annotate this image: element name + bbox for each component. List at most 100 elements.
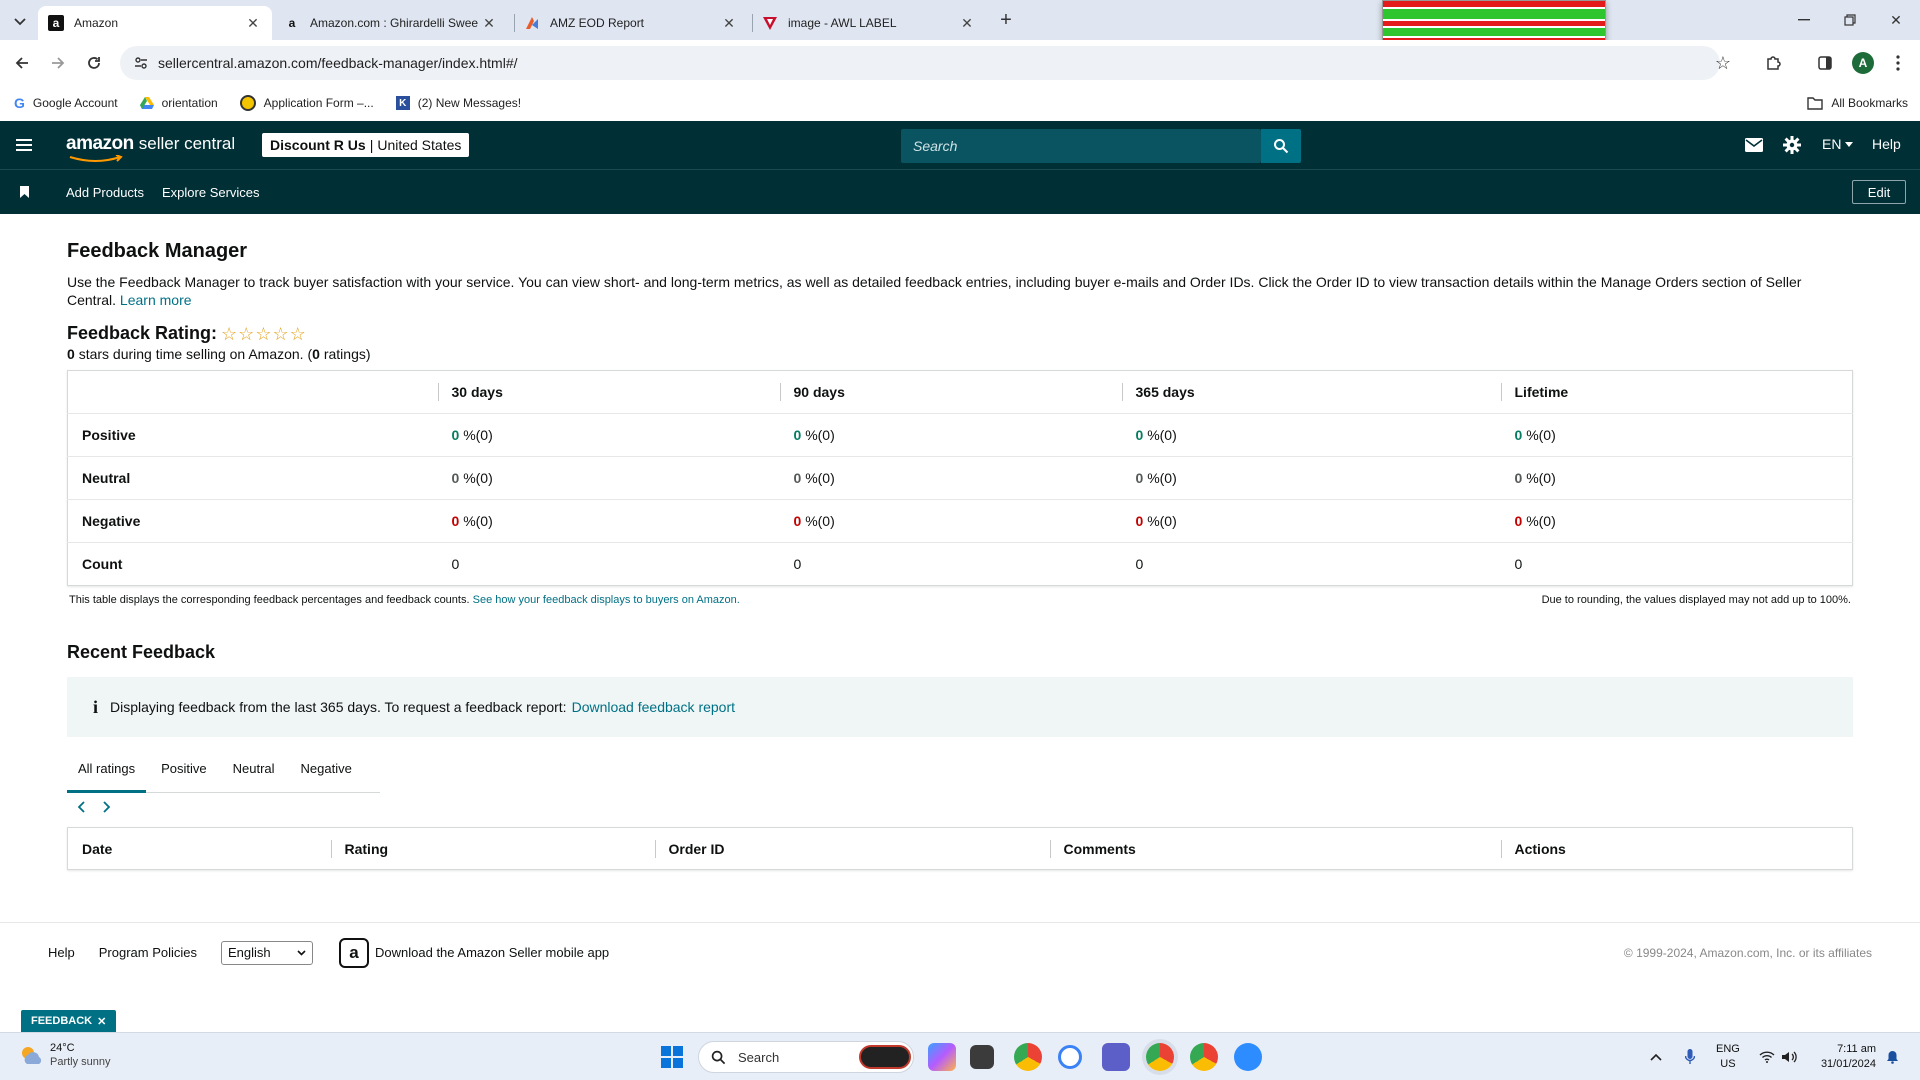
close-tab-icon[interactable]: ✕: [244, 14, 262, 32]
star-empty-icon: ☆: [289, 323, 306, 344]
bookmark-application-form[interactable]: Application Form –...: [239, 95, 374, 111]
app-shield-icon[interactable]: [1058, 1045, 1082, 1069]
close-window-icon[interactable]: ✕: [1886, 12, 1906, 28]
site-info-icon[interactable]: [134, 56, 148, 70]
bookmark-orientation[interactable]: orientation: [139, 96, 218, 110]
col-comments[interactable]: Comments: [1049, 828, 1501, 870]
feedback-widget-button[interactable]: FEEDBACK ✕: [21, 1010, 117, 1032]
metrics-table-note: This table displays the corresponding fe…: [67, 594, 1853, 606]
notification-bell-icon[interactable]: [1884, 1049, 1900, 1065]
chrome-profile-a-icon[interactable]: [1146, 1043, 1174, 1071]
all-bookmarks[interactable]: All Bookmarks: [1807, 96, 1908, 110]
copilot-icon[interactable]: [928, 1043, 956, 1071]
nav-add-products[interactable]: Add Products: [66, 185, 144, 200]
browser-tab-amazon[interactable]: a Amazon ✕: [38, 6, 272, 40]
volume-icon[interactable]: [1780, 1049, 1798, 1065]
close-tab-icon[interactable]: ✕: [720, 14, 738, 32]
address-bar[interactable]: sellercentral.amazon.com/feedback-manage…: [120, 46, 1720, 80]
bookmark-star-icon[interactable]: ☆: [1712, 52, 1734, 74]
col-date[interactable]: Date: [68, 828, 331, 870]
browser-menu-kebab-icon[interactable]: [1888, 52, 1908, 74]
metric-suffix: %(0): [1526, 470, 1556, 486]
seller-central-logo[interactable]: amazon seller central: [66, 133, 236, 162]
restore-window-icon[interactable]: [1840, 12, 1860, 28]
language-selector[interactable]: EN: [1822, 136, 1854, 152]
minimize-window-icon[interactable]: [1794, 12, 1814, 28]
metric-cell: 0 %(0): [1121, 499, 1501, 543]
side-panel-icon[interactable]: [1814, 52, 1836, 74]
note-left: This table displays the corresponding fe…: [69, 594, 740, 606]
chevron-right-icon[interactable]: [99, 800, 113, 814]
tab-negative[interactable]: Negative: [290, 753, 363, 793]
footer-program-policies-link[interactable]: Program Policies: [99, 945, 197, 960]
new-tab-plus-icon[interactable]: +: [996, 9, 1016, 31]
search-placeholder: Search: [913, 138, 958, 154]
rating-filter-tabs: All ratings Positive Neutral Negative: [67, 753, 380, 793]
bookmark-google-account[interactable]: G Google Account: [14, 95, 118, 111]
extensions-puzzle-icon[interactable]: [1762, 52, 1784, 74]
weather-desc: Partly sunny: [50, 1056, 111, 1068]
mail-icon[interactable]: [1744, 135, 1764, 155]
close-icon[interactable]: ✕: [97, 1015, 106, 1028]
search-input[interactable]: Search: [901, 129, 1261, 163]
forward-arrow-icon[interactable]: [48, 53, 68, 73]
count-cell: 0: [437, 542, 780, 586]
hamburger-menu-icon[interactable]: [14, 135, 34, 155]
file-explorer-icon[interactable]: [970, 1045, 994, 1069]
download-feedback-report-link[interactable]: Download feedback report: [572, 699, 735, 715]
metric-cell: 0 %(0): [779, 413, 1122, 457]
bookmark-new-messages[interactable]: K (2) New Messages!: [395, 96, 521, 110]
chevron-up-icon[interactable]: [1648, 1049, 1664, 1065]
close-tab-icon[interactable]: ✕: [958, 14, 976, 32]
store-switcher[interactable]: Discount R Us | United States: [262, 133, 470, 157]
col-rating[interactable]: Rating: [330, 828, 655, 870]
language-code: EN: [1822, 136, 1842, 152]
rating-summary: 0 stars during time selling on Amazon. (…: [67, 346, 1853, 362]
tab-positive[interactable]: Positive: [150, 753, 218, 793]
pagination: [67, 797, 1853, 817]
teams-icon[interactable]: [1102, 1043, 1130, 1071]
feedback-display-link[interactable]: See how your feedback displays to buyers…: [473, 594, 740, 606]
input-language-indicator[interactable]: ENG US: [1716, 1042, 1740, 1072]
back-arrow-icon[interactable]: [12, 53, 32, 73]
browser-tab-ghirardelli[interactable]: a Amazon.com : Ghirardelli Swee ✕: [274, 6, 508, 40]
metric-cell: 0 %(0): [437, 499, 780, 543]
bookmark-ribbon-icon[interactable]: [18, 185, 30, 199]
browser-tab-title: Amazon.com : Ghirardelli Swee: [310, 16, 479, 30]
footer-help-link[interactable]: Help: [48, 945, 75, 960]
learn-more-link[interactable]: Learn more: [120, 292, 192, 308]
seller-app-promo[interactable]: a Download the Amazon Seller mobile app: [339, 937, 609, 968]
weather-widget[interactable]: 24°C Partly sunny: [18, 1041, 111, 1069]
edit-nav-button[interactable]: Edit: [1852, 180, 1906, 204]
ratings-text: ratings): [323, 346, 371, 362]
tab-neutral[interactable]: Neutral: [222, 753, 286, 793]
help-link[interactable]: Help: [1872, 136, 1901, 152]
windows-start-icon[interactable]: [660, 1045, 684, 1069]
metrics-row-negative: Negative 0 %(0) 0 %(0) 0 %(0) 0 %(0): [67, 499, 1853, 543]
lang-primary: ENG: [1716, 1043, 1740, 1055]
metric-value: 0: [1514, 513, 1523, 529]
footer-language-select[interactable]: English: [221, 940, 314, 965]
search-button[interactable]: [1261, 129, 1301, 163]
profile-avatar[interactable]: A: [1852, 52, 1874, 74]
settings-gear-icon[interactable]: [1782, 135, 1802, 155]
wifi-icon[interactable]: [1758, 1049, 1776, 1065]
feedback-rating-row: Feedback Rating: ☆ ☆ ☆ ☆ ☆: [67, 323, 1853, 344]
tab-search-chevron-icon[interactable]: [10, 12, 30, 32]
col-order-id[interactable]: Order ID: [654, 828, 1050, 870]
reload-icon[interactable]: [84, 53, 104, 73]
chrome-icon[interactable]: [1014, 1043, 1042, 1071]
browser-tab-awl-label[interactable]: image - AWL LABEL ✕: [752, 6, 986, 40]
tab-all-ratings[interactable]: All ratings: [67, 753, 147, 793]
metric-value: 0: [1135, 513, 1144, 529]
chevron-left-icon[interactable]: [75, 800, 89, 814]
taskbar-search-box[interactable]: Search: [698, 1041, 914, 1073]
close-tab-icon[interactable]: ✕: [480, 14, 498, 32]
browser-tab-eod-report[interactable]: AMZ EOD Report ✕: [514, 6, 748, 40]
chrome-profile-b-icon[interactable]: [1190, 1043, 1218, 1071]
zoom-icon[interactable]: [1234, 1043, 1262, 1071]
taskbar-clock[interactable]: 7:11 am 31/01/2024: [1812, 1042, 1876, 1072]
microphone-icon[interactable]: [1682, 1047, 1698, 1067]
nav-explore-services[interactable]: Explore Services: [162, 185, 260, 200]
logo-seller-central-text: seller central: [138, 134, 236, 153]
